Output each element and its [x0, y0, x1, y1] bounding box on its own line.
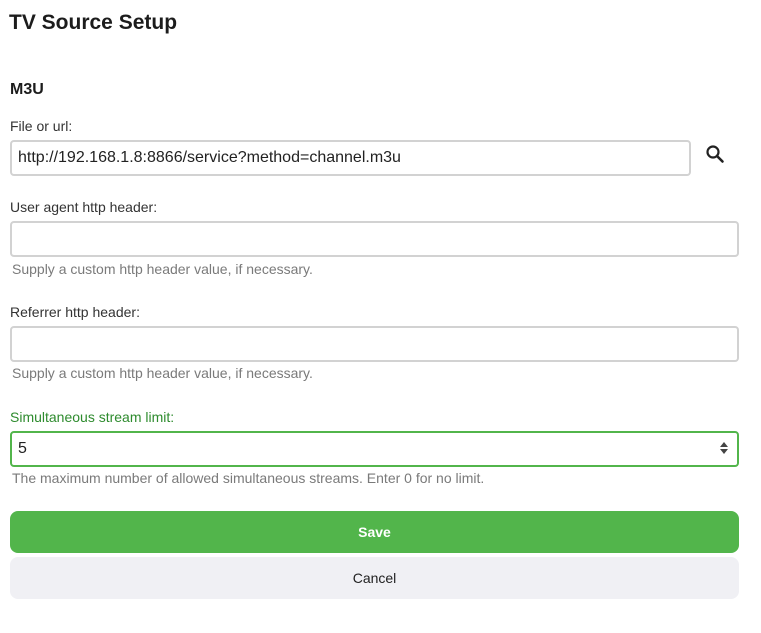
file-url-label: File or url: — [10, 118, 73, 134]
user-agent-input[interactable] — [10, 221, 739, 257]
number-stepper-icon[interactable] — [719, 439, 729, 457]
save-button[interactable]: Save — [10, 511, 739, 553]
referrer-label: Referrer http header: — [10, 304, 140, 320]
user-agent-label: User agent http header: — [10, 199, 158, 215]
browse-button[interactable] — [700, 140, 730, 172]
stream-limit-input[interactable] — [10, 431, 739, 467]
referrer-input[interactable] — [10, 326, 739, 362]
stream-limit-hint: The maximum number of allowed simultaneo… — [12, 470, 485, 486]
stepper-down-icon[interactable] — [720, 449, 728, 454]
cancel-button[interactable]: Cancel — [10, 557, 739, 599]
referrer-hint: Supply a custom http header value, if ne… — [12, 365, 313, 381]
stream-limit-label: Simultaneous stream limit: — [10, 409, 175, 425]
search-icon — [705, 144, 725, 169]
stepper-up-icon[interactable] — [720, 442, 728, 447]
file-url-input[interactable] — [10, 140, 691, 176]
page-title: TV Source Setup — [9, 11, 178, 34]
user-agent-hint: Supply a custom http header value, if ne… — [12, 261, 313, 277]
section-title: M3U — [10, 81, 44, 98]
